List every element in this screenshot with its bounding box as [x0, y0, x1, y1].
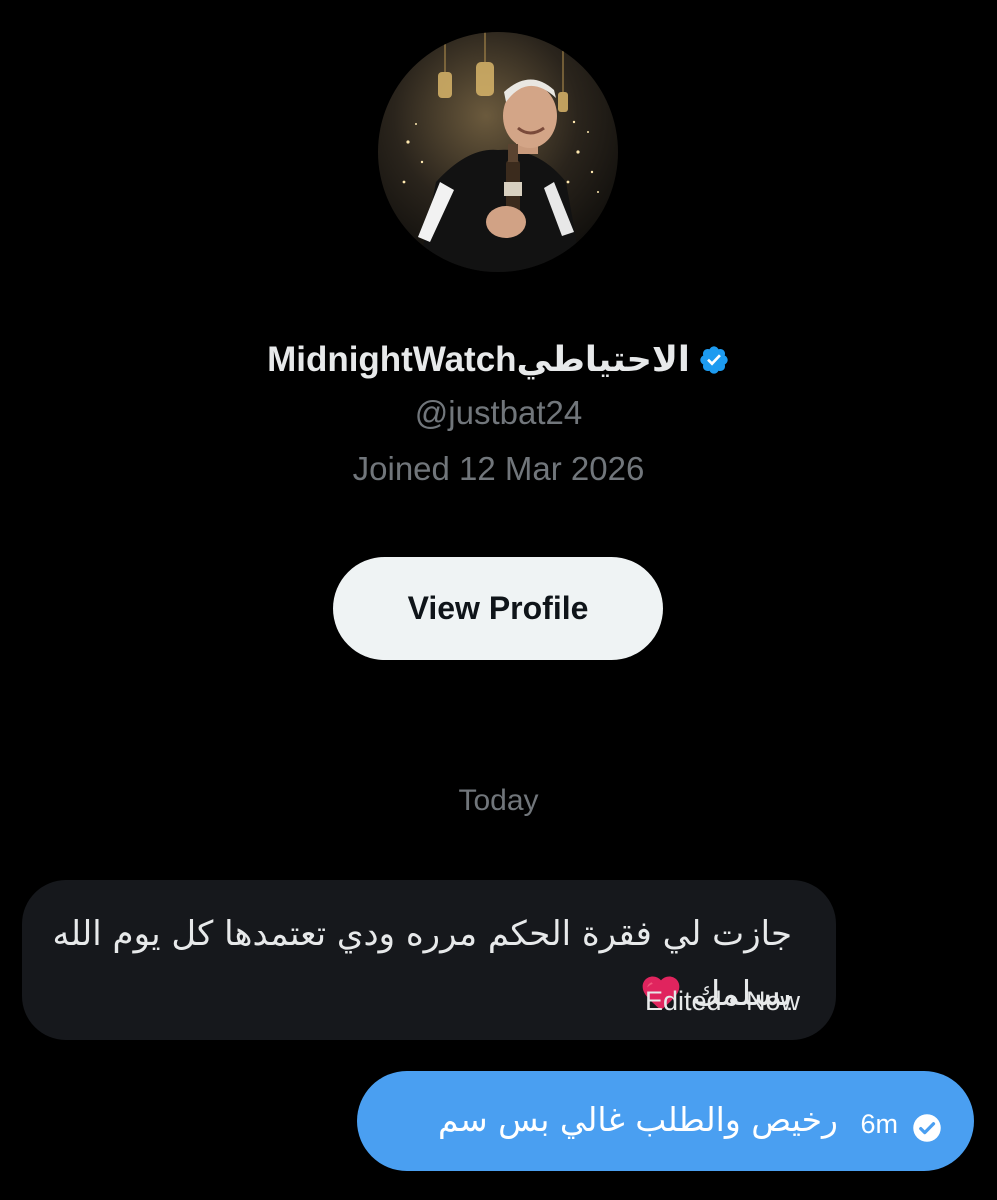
view-profile-button[interactable]: View Profile [333, 557, 663, 660]
outgoing-message-bubble[interactable]: رخيص والطلب غالي بس سم 6m [357, 1071, 974, 1171]
incoming-message-bubble[interactable]: جازت لي فقرة الحكم مرره ودي تعتمدها كل ي… [22, 880, 836, 1040]
message-meta: Edited • Now [644, 986, 800, 1016]
message-time: 6m [860, 1109, 898, 1139]
date-separator: Today [458, 784, 539, 817]
message-text: رخيص والطلب غالي بس سم [438, 1100, 838, 1139]
user-avatar-photo [378, 32, 618, 272]
profile-name-row: الاحتياطيMidnightWatch [0, 336, 997, 384]
sent-check-icon [912, 1113, 942, 1143]
profile-handle: @justbat24 [414, 394, 583, 431]
joined-date: Joined 12 Mar 2026 [352, 450, 645, 487]
verified-badge-icon [698, 344, 730, 376]
avatar[interactable] [378, 32, 618, 272]
display-name: الاحتياطيMidnightWatch [267, 340, 690, 379]
